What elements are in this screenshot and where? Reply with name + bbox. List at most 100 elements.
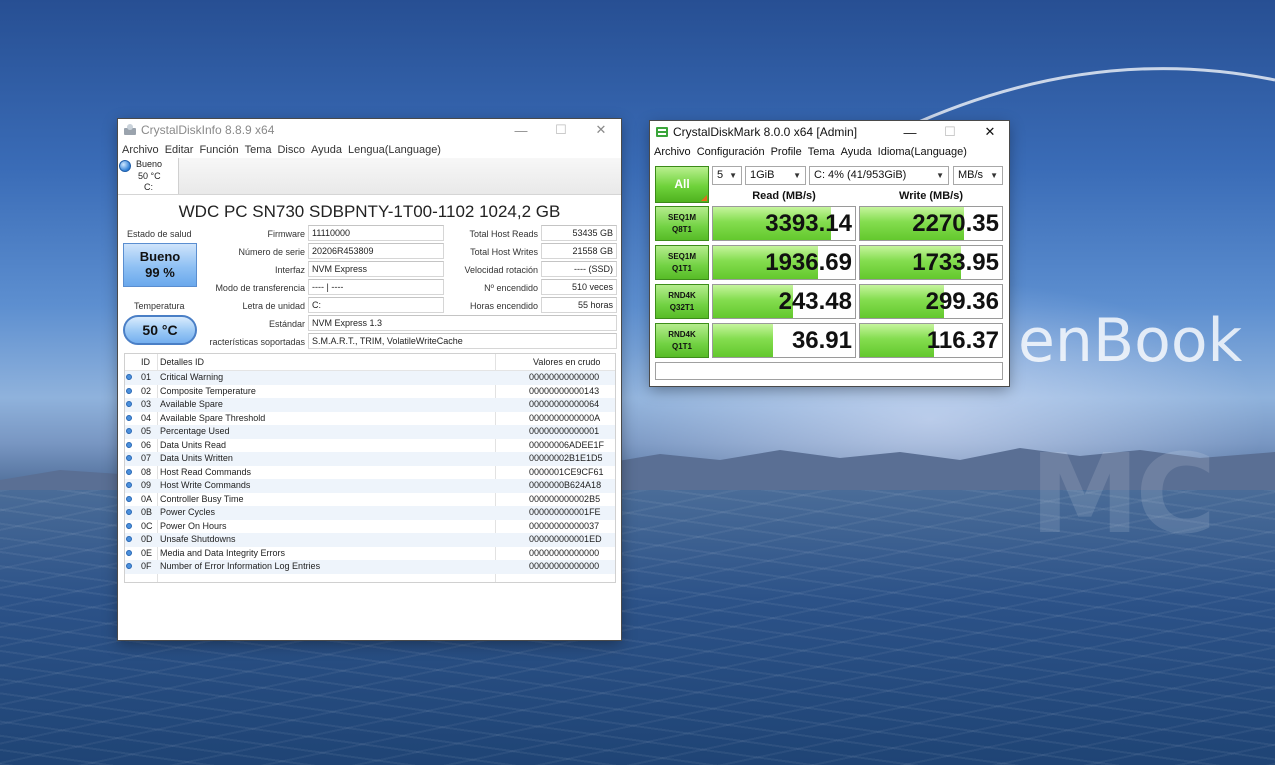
smart-row[interactable]: 0D Unsafe Shutdowns 000000000001ED [125,533,615,547]
smart-row-raw: 00000002B1E1D5 [529,453,603,463]
smart-row-name: Power Cycles [160,507,216,517]
smart-status-dot-icon [126,536,132,542]
cdm-menu-ayuda[interactable]: Ayuda [838,146,875,158]
smart-row[interactable]: 0A Controller Busy Time 000000000002B5 [125,493,615,507]
cdm-minimize-button[interactable]: — [890,121,930,143]
chevron-down-icon: ▼ [729,171,737,180]
cdm-menu-profile[interactable]: Profile [768,146,805,158]
host-reads-value: 53435 GB [541,225,617,241]
disk-tab-status: Bueno [136,159,163,169]
test-name-line1: RND4K [668,291,696,300]
rotation-value: ---- (SSD) [541,261,617,277]
smart-status-dot-icon [126,401,132,407]
smart-row-raw: 00000000000143 [529,385,600,396]
smart-row-raw: 00000006ADEE1F [529,439,605,450]
cdi-maximize-button[interactable]: ☐ [541,119,581,141]
health-label: Estado de salud [127,229,192,239]
power-count-label: Nº encendido [484,283,538,293]
cdi-menu-tema[interactable]: Tema [242,144,275,156]
smart-row-id: 0E [141,547,153,558]
cdm-menu-configuracion[interactable]: Configuración [694,146,768,158]
test-count-select[interactable]: 5 ▼ [712,166,742,185]
cdm-close-button[interactable]: ✕ [970,121,1010,143]
smart-row[interactable]: 07 Data Units Written 00000002B1E1D5 [125,452,615,466]
cdm-maximize-button[interactable]: ☐ [930,121,970,143]
smart-header-raw[interactable]: Valores en crudo [533,357,600,367]
drive-select[interactable]: C: 4% (41/953GiB) ▼ [809,166,949,185]
cdi-disk-tab-c[interactable]: Bueno 50 °C C: [118,158,179,194]
cdi-menu-funcion[interactable]: Función [196,144,241,156]
smart-table[interactable]: ID Detalles ID Valores en crudo 01 Critic… [124,353,616,583]
smart-row[interactable]: 0F Number of Error Information Log Entrie… [125,560,615,574]
chevron-down-icon: ▼ [936,171,944,180]
smart-row-id: 05 [141,426,152,436]
test-size-select[interactable]: 1GiB ▼ [745,166,806,185]
transfer-mode-label: Modo de transferencia [215,283,305,293]
smart-row[interactable]: 09 Host Write Commands 0000000B624A18 [125,479,615,493]
smart-row-name: Number of Error Information Log Entries [160,561,321,571]
cdi-menu-archivo[interactable]: Archivo [119,144,162,156]
smart-row-id: 07 [141,453,152,463]
smart-row[interactable]: 0C Power On Hours 00000000000037 [125,520,615,534]
power-hours-label: Horas encendido [469,301,538,311]
features-value: S.M.A.R.T., TRIM, VolatileWriteCache [308,333,617,349]
smart-row-id: 01 [141,372,152,382]
smart-row[interactable]: 0B Power Cycles 000000000001FE [125,506,615,520]
smart-status-dot-icon [126,387,132,394]
temperature-button[interactable]: 50 °C [123,315,197,345]
smart-row[interactable]: 06 Data Units Read 00000006ADEE1F [125,439,615,453]
smart-row[interactable]: 05 Percentage Used 00000000000001 [125,425,615,439]
serial-value: 20206R453809 [308,243,444,259]
smart-status-dot-icon [126,441,132,448]
smart-row-name: Available Spare Threshold [160,412,266,423]
disk-model-title[interactable]: WDC PC SN730 SDBPNTY-1T00-1102 1024,2 GB [118,202,621,222]
write-result-cell: 2270.35 [859,206,1003,241]
health-status-button[interactable]: Bueno 99 % [123,243,197,287]
cdi-menu-ayuda[interactable]: Ayuda [308,144,345,156]
smart-header-detail[interactable]: Detalles ID [160,357,204,367]
write-result-cell: 1733.95 [859,245,1003,280]
host-writes-value: 21558 GB [541,243,617,259]
smart-row[interactable]: 0E Media and Data Integrity Errors 0000000… [125,547,615,561]
smart-header-id[interactable]: ID [141,357,150,367]
cdm-menu-archivo[interactable]: Archivo [651,146,694,158]
chevron-down-icon: ▼ [793,171,801,180]
smart-row-id: 0A [141,493,153,504]
crystaldiskmark-window[interactable]: CrystalDiskMark 8.0.0 x64 [Admin] — ☐ ✕ … [650,121,1009,386]
smart-row-name: Available Spare [160,399,223,409]
write-result-value: 2270.35 [912,210,999,237]
cdi-titlebar[interactable]: CrystalDiskInfo 8.8.9 x64 — ☐ ✕ [118,119,621,141]
smart-row-name: Host Read Commands [160,466,252,477]
crystaldiskinfo-window[interactable]: CrystalDiskInfo 8.8.9 x64 — ☐ ✕ Archivo … [118,119,621,640]
benchmark-test-button[interactable]: SEQ1M Q1T1 [655,245,709,280]
temperature-label: Temperatura [134,301,185,311]
cdi-menu-disco[interactable]: Disco [274,144,308,156]
cdm-menu-idioma[interactable]: Idioma(Language) [875,146,970,158]
smart-row[interactable]: 03 Available Spare 00000000000064 [125,398,615,412]
cdi-title: CrystalDiskInfo 8.8.9 x64 [141,123,275,137]
smart-row[interactable]: 01 Critical Warning 00000000000000 [125,371,615,385]
benchmark-test-button[interactable]: RND4K Q32T1 [655,284,709,319]
smart-row[interactable]: 04 Available Spare Threshold 0000000000000… [125,412,615,426]
smart-body: 01 Critical Warning 00000000000000 02 Compos… [125,371,615,574]
all-button[interactable]: All [655,166,709,203]
cdi-menu-lengua[interactable]: Lengua(Language) [345,144,444,156]
cdi-close-button[interactable]: ✕ [581,119,621,141]
test-name-line2: Q1T1 [671,342,692,351]
unit-select[interactable]: MB/s ▼ [953,166,1003,185]
cdi-minimize-button[interactable]: — [501,119,541,141]
cdm-titlebar[interactable]: CrystalDiskMark 8.0.0 x64 [Admin] — ☐ ✕ [650,121,1009,143]
benchmark-test-button[interactable]: SEQ1M Q8T1 [655,206,709,241]
host-writes-label: Total Host Writes [470,247,538,257]
cdi-menubar: Archivo Editar Función Tema Disco Ayuda … [118,141,621,158]
smart-row[interactable]: 02 Composite Temperature 00000000000143 [125,385,615,399]
disk-tab-temp: 50 °C [138,171,161,181]
comment-input[interactable] [655,362,1003,380]
smart-row[interactable]: 08 Host Read Commands 0000001CE9CF61 [125,466,615,480]
benchmark-test-button[interactable]: RND4K Q1T1 [655,323,709,358]
cdi-menu-editar[interactable]: Editar [162,144,197,156]
smart-row-name: Controller Busy Time [160,493,244,504]
smart-status-dot-icon [126,495,132,502]
smart-status-dot-icon [126,414,132,421]
cdm-menu-tema[interactable]: Tema [805,146,838,158]
